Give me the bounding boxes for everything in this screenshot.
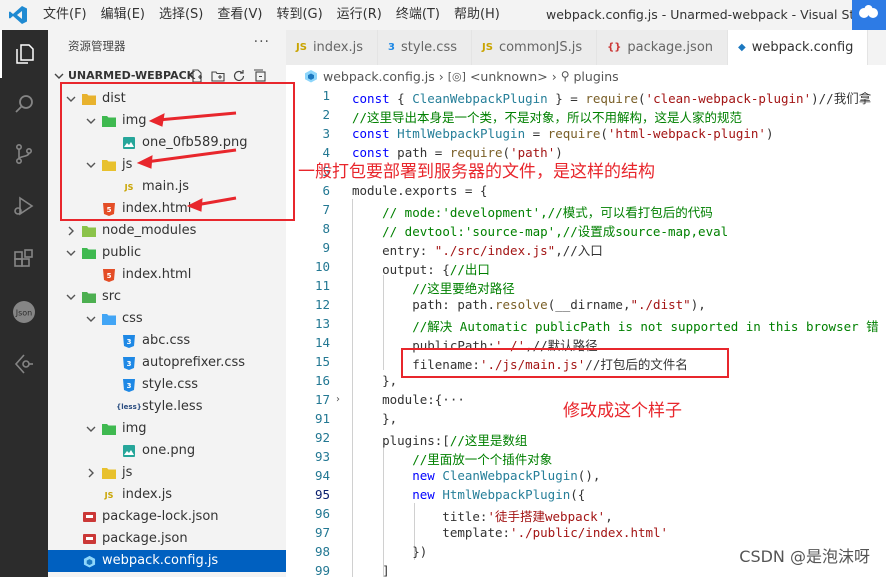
filename-highlight-box xyxy=(401,348,729,378)
annotation-arrows xyxy=(136,111,237,212)
structure-annotation: 一般打包要部署到服务器的文件，是这样的结构 xyxy=(298,162,655,182)
modify-annotation: 修改成这个样子 xyxy=(563,401,682,421)
csdn-watermark: CSDN @是泡沫呀 xyxy=(739,547,870,566)
